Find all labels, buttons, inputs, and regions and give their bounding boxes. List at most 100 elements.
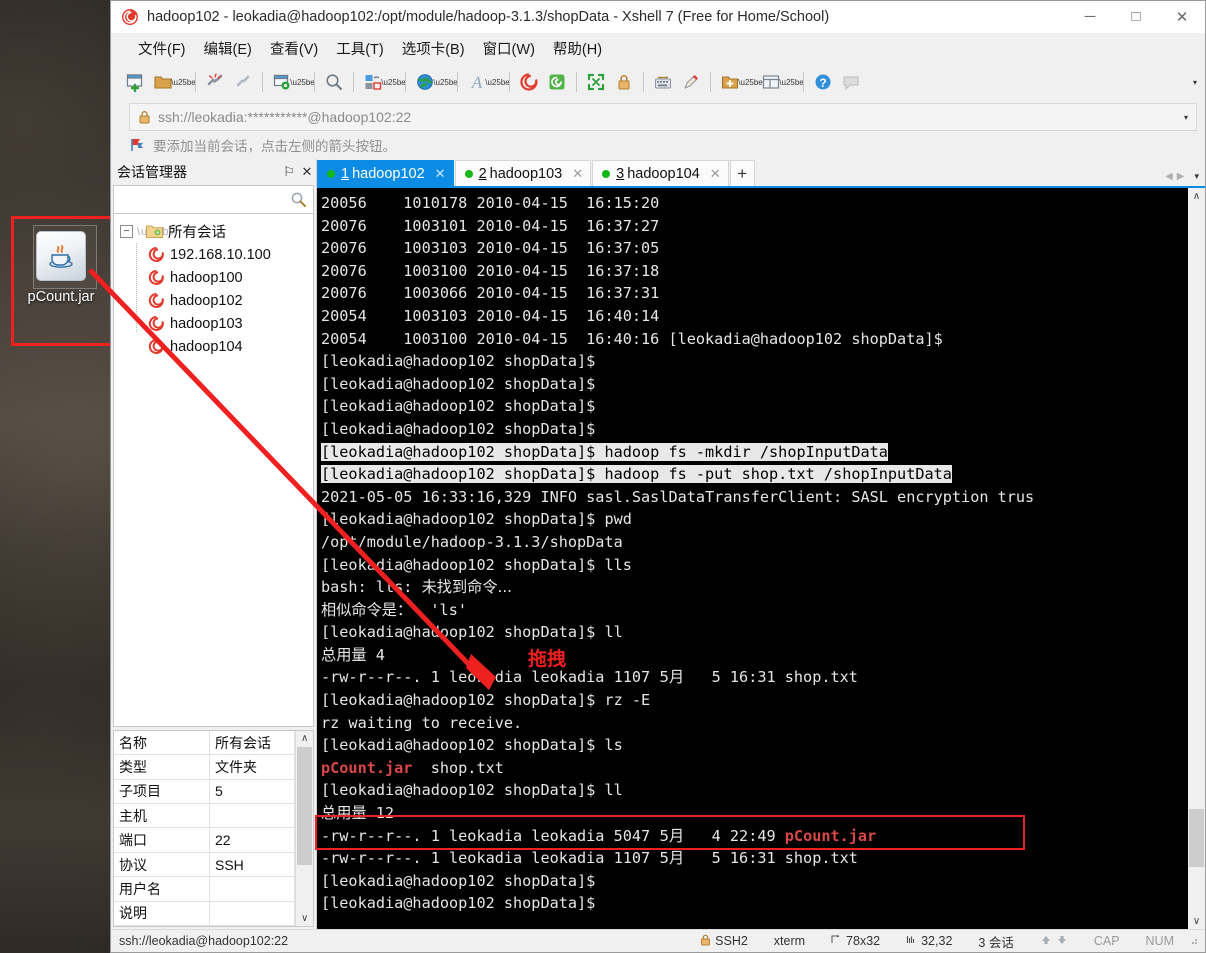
pin-icon[interactable]: ⚐ [280,162,298,182]
resize-grip[interactable] [1187,934,1201,948]
tab-status-dot [464,169,473,178]
menu-tabs[interactable]: 选项卡(B) [393,34,474,63]
tab-strip: 1 hadoop102 ✕ 2 hadoop103 ✕ 3 hadoop104 … [317,159,1205,188]
comment-icon[interactable] [837,68,865,96]
terminal-line: -rw-r--r--. 1 leokadia leokadia 1107 5月 … [321,847,1187,870]
terminal-text: 5 16:31 shop.txt [684,849,858,868]
folder-icon [146,224,163,239]
find-icon[interactable] [320,68,348,96]
address-bar-url[interactable]: ssh://leokadia:***********@hadoop102:22 [158,109,411,125]
tab-menu-icon[interactable]: ▾ [1194,171,1199,182]
search-icon[interactable] [290,191,307,208]
address-bar-dropdown-icon[interactable]: ▾ [1184,113,1188,122]
terminal-text: [leokadia@hadoop102 shopData]$ [321,397,605,416]
property-key: 说明 [114,901,210,926]
menu-file[interactable]: 文件(F) [129,34,195,63]
scroll-down-icon[interactable]: ∨ [1193,913,1200,929]
terminal-text: [leokadia@hadoop102 shopData]$ [321,419,605,438]
new-session-icon[interactable] [121,68,149,96]
sidebar-item-hadoop100[interactable]: hadoop100 [114,266,313,289]
tree-expander-icon[interactable]: − [120,225,133,238]
tab-close-icon[interactable]: ✕ [572,166,583,182]
tab-prev-icon[interactable]: ◀ [1165,171,1173,182]
font-dropdown-icon[interactable]: \u25be [485,68,509,96]
menu-view[interactable]: 查看(V) [261,34,327,63]
maximize-button[interactable]: □ [1113,2,1159,32]
tab-hadoop103[interactable]: 2 hadoop103 ✕ [454,160,592,186]
resize-icon [831,934,842,948]
terminal-text: 12 [366,804,394,823]
scrollbar-thumb[interactable] [297,747,313,865]
session-properties-dropdown-icon[interactable]: \u25be [290,68,314,96]
reconnect-icon[interactable] [229,68,257,96]
terminal-line: [leokadia@hadoop102 shopData]$ ll [321,621,1187,644]
terminal-output[interactable]: 20056 1010178 2010-04-15 16:15:20 20076 1… [317,188,1187,929]
keyboard-icon[interactable] [649,68,677,96]
toolbar-separator [195,72,196,92]
tab-number: 1 [341,165,350,182]
properties-scrollbar[interactable]: ∧ ∨ [295,731,313,926]
scroll-up-icon[interactable]: ∧ [301,731,308,746]
tab-hadoop102[interactable]: 1 hadoop102 ✕ [317,160,454,186]
window-titlebar[interactable]: hadoop102 - leokadia@hadoop102:/opt/modu… [111,1,1205,33]
table-row: 子项目 5 [114,779,296,805]
close-button[interactable]: ✕ [1159,2,1205,32]
terminal-text: [leokadia@hadoop102 shopData]$ lls [321,555,632,574]
property-value [209,876,296,902]
toolbar-overflow-icon[interactable]: ▾ [1193,78,1197,87]
sidebar-item-hadoop103[interactable]: hadoop103 [114,312,313,335]
xshell-window: hadoop102 - leokadia@hadoop102:/opt/modu… [110,0,1206,953]
session-search-bar[interactable] [113,185,314,214]
transfer-file-dropdown-icon[interactable]: \u25be [381,68,405,96]
sidebar-item-hadoop102[interactable]: hadoop102 [114,289,313,312]
lock-icon[interactable] [610,68,638,96]
menubar: 文件(F) 编辑(E) 查看(V) 工具(T) 选项卡(B) 窗口(W) 帮助(… [111,33,1205,63]
tab-hadoop104[interactable]: 3 hadoop104 ✕ [592,160,729,186]
terminal-text: 4 22:49 [684,826,785,845]
tab-close-icon[interactable]: ✕ [435,166,446,182]
terminal-text: -rw-r--r--. 1 leokadia leokadia 5047 [321,826,660,845]
terminal-scrollbar[interactable]: ∧ ∨ [1187,188,1205,929]
status-size: 78x32 [846,934,881,948]
toolbar-separator [405,72,406,92]
scroll-down-icon[interactable]: ∨ [301,911,308,926]
address-bar[interactable]: ssh://leokadia:***********@hadoop102:22 … [129,103,1197,131]
web-dropdown-icon[interactable]: \u25be [433,68,457,96]
terminal-line: [leokadia@hadoop102 shopData]$ ll [321,779,1187,802]
open-folder-dropdown-icon[interactable]: \u25be [171,68,195,96]
session-tree-root[interactable]: − \u00b7 所有会话 [114,220,313,243]
panel-close-icon[interactable]: ✕ [298,162,316,182]
sidebar-item-hadoop104[interactable]: hadoop104 [114,335,313,358]
menu-window[interactable]: 窗口(W) [474,34,544,63]
new-tab-button[interactable]: + [729,160,755,186]
property-key: 端口 [114,827,210,853]
session-tree[interactable]: − \u00b7 所有会话 [113,214,314,727]
xftp-icon[interactable] [543,68,571,96]
tab-next-icon[interactable]: ▶ [1177,171,1185,182]
property-value: 22 [209,827,296,853]
tab-close-icon[interactable]: ✕ [710,166,721,182]
help-icon[interactable]: ? [809,68,837,96]
highlight-icon[interactable] [677,68,705,96]
menu-edit[interactable]: 编辑(E) [195,34,261,63]
svg-text:A: A [471,73,483,92]
menu-help[interactable]: 帮助(H) [544,34,611,63]
session-manager-header: 会话管理器 ⚐ ✕ [111,159,316,185]
terminal-text: 总用量 [321,804,367,823]
sidebar-item-192-168-10-100[interactable]: 192.168.10.100 [114,243,313,266]
disconnect-icon[interactable] [201,68,229,96]
fullscreen-icon[interactable] [582,68,610,96]
status-cursor-cell: 32,32 [893,934,965,948]
scrollbar-thumb[interactable] [1189,809,1204,867]
minimize-button[interactable]: ─ [1067,2,1113,32]
new-folder-dropdown-icon[interactable]: \u25be [738,68,762,96]
scroll-up-icon[interactable]: ∧ [1193,188,1200,204]
terminal-text: 总用量 [321,645,367,664]
session-icon [148,269,165,286]
terminal-line: 总用量 12 [321,802,1187,825]
toolbar-separator [262,72,263,92]
xshell-icon[interactable] [515,68,543,96]
toolbar-separator [353,72,354,92]
menu-tools[interactable]: 工具(T) [327,34,393,63]
layout-dropdown-icon[interactable]: \u25be [779,68,803,96]
